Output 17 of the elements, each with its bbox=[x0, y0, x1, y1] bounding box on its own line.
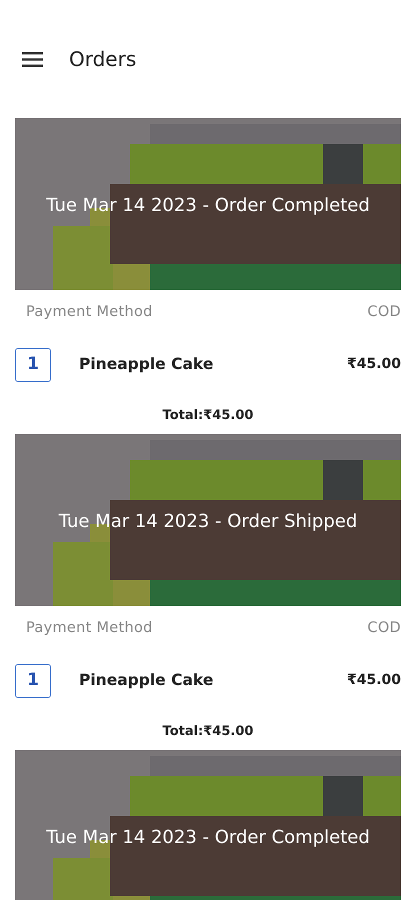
payment-label: Payment Method bbox=[26, 618, 153, 638]
menu-icon[interactable] bbox=[22, 52, 43, 66]
item-name: Pineapple Cake bbox=[79, 670, 214, 691]
quantity-box: 1 bbox=[15, 664, 51, 698]
quantity-box: 1 bbox=[15, 348, 51, 382]
page-title: Orders bbox=[69, 46, 136, 73]
order-heading: Tue Mar 14 2023 - Order Completed bbox=[45, 826, 371, 850]
payment-value: COD bbox=[367, 618, 401, 638]
order-total: Total:₹45.00 bbox=[162, 406, 254, 425]
payment-label: Payment Method bbox=[26, 303, 153, 322]
payment-value: COD bbox=[367, 303, 401, 322]
item-name: Pineapple Cake bbox=[79, 354, 214, 376]
item-price: ₹45.00 bbox=[346, 671, 401, 690]
order-total: Total:₹45.00 bbox=[162, 722, 254, 740]
order-heading: Tue Mar 14 2023 - Order Shipped bbox=[58, 510, 358, 534]
item-price: ₹45.00 bbox=[346, 355, 401, 374]
order-heading: Tue Mar 14 2023 - Order Completed bbox=[45, 194, 371, 218]
